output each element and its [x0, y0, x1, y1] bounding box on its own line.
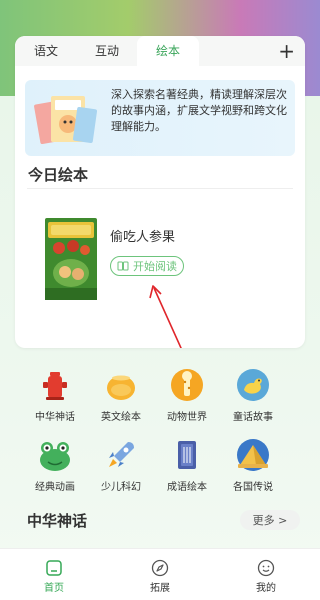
start-reading-label: 开始阅读: [133, 260, 177, 273]
tab-interactive[interactable]: 互动: [77, 36, 137, 66]
add-icon[interactable]: +: [278, 38, 295, 64]
category-english-books[interactable]: 英文绘本: [89, 368, 153, 423]
nav-home[interactable]: 首页: [24, 559, 84, 594]
book-cover[interactable]: [45, 218, 97, 300]
tab-bar: 语文 互动 绘本 +: [15, 36, 305, 66]
frog-icon: [40, 442, 70, 471]
category-grid: 中华神话 英文绘本 动物世界 童话故事 经典动画 少儿科幻 成语绘本 各国传说: [15, 362, 305, 500]
smiley-icon: [257, 559, 275, 577]
duck-icon: [237, 369, 269, 401]
hydrant-icon: [43, 372, 67, 400]
category-fairy-tales[interactable]: 童话故事: [221, 368, 285, 423]
category-kids-scifi[interactable]: 少儿科幻: [89, 438, 153, 493]
category-label: 各国传说: [233, 482, 273, 493]
today-section-title: 今日绘本: [28, 166, 89, 184]
nav-profile[interactable]: 我的: [236, 559, 296, 594]
rocket-icon: [109, 442, 134, 467]
category-label: 成语绘本: [167, 482, 207, 493]
main-card: 语文 互动 绘本 + 深入探索名著经典，精读理解深层次的故事内涵，扩展文学视野和…: [15, 36, 305, 348]
category-classic-animation[interactable]: 经典动画: [23, 438, 87, 493]
compass-icon: [151, 559, 169, 577]
category-idiom-books[interactable]: 成语绘本: [155, 438, 219, 493]
banner-description: 深入探索名著经典，精读理解深层次的故事内涵，扩展文学视野和跨文化理解能力。: [111, 88, 287, 133]
nav-explore-label: 拓展: [150, 583, 170, 594]
category-chinese-myth[interactable]: 中华神话: [23, 368, 87, 423]
category-label: 英文绘本: [101, 412, 141, 423]
book-title: 偷吃人参果: [110, 230, 176, 245]
giraffe-icon: [171, 369, 203, 401]
category-label: 中华神话: [35, 412, 75, 423]
scroll-book-icon: [178, 441, 196, 469]
more-button[interactable]: 更多 >: [240, 510, 300, 530]
category-world-legends[interactable]: 各国传说: [221, 438, 285, 493]
tab-chinese[interactable]: 语文: [15, 36, 77, 66]
tab-picture-book[interactable]: 绘本: [137, 36, 199, 66]
category-label: 童话故事: [233, 412, 273, 423]
start-reading-button[interactable]: 开始阅读: [110, 256, 184, 276]
bottom-navigation: 首页 拓展 我的: [0, 548, 320, 600]
pyramid-icon: [237, 439, 269, 471]
chinese-myth-section-title: 中华神话: [27, 512, 88, 530]
pointer-arrow-icon: [149, 285, 182, 348]
intro-banner[interactable]: 深入探索名著经典，精读理解深层次的故事内涵，扩展文学视野和跨文化理解能力。: [25, 80, 295, 156]
nav-explore[interactable]: 拓展: [130, 559, 190, 594]
category-label: 经典动画: [35, 482, 75, 493]
category-animal-world[interactable]: 动物世界: [155, 368, 219, 423]
home-icon: [46, 560, 62, 576]
books-illustration-icon: [34, 96, 98, 144]
nav-home-label: 首页: [44, 583, 64, 594]
nav-profile-label: 我的: [256, 583, 276, 594]
fishbowl-icon: [107, 375, 135, 400]
divider: [27, 188, 293, 189]
category-label: 少儿科幻: [101, 482, 141, 493]
category-label: 动物世界: [167, 412, 207, 423]
book-open-icon: [117, 261, 129, 271]
